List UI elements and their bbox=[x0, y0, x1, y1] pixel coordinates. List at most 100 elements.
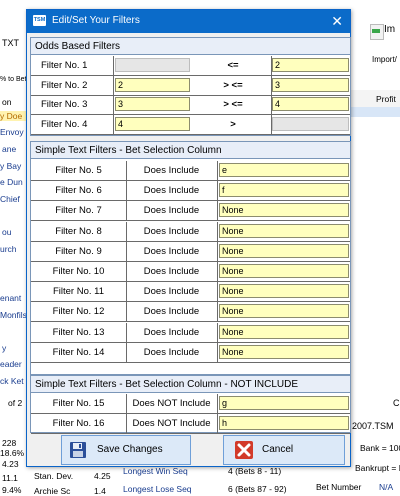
filter-label: Filter No. 5 bbox=[55, 165, 102, 176]
stat-number: 4.25 bbox=[94, 471, 111, 481]
text-filter-row: Filter No. 13 Does Include None bbox=[31, 322, 350, 343]
filter-label: Filter No. 8 bbox=[55, 225, 102, 237]
bg-page-indicator: of 2 bbox=[8, 398, 23, 408]
filter-label: Filter No. 7 bbox=[55, 205, 102, 217]
edit-filters-dialog: TSM Edit/Set Your Filters ✕ Odds Based F… bbox=[26, 9, 351, 467]
cancel-button[interactable]: Cancel bbox=[223, 435, 345, 465]
filter-value-input[interactable]: None bbox=[219, 203, 349, 218]
operator-label: <= bbox=[227, 60, 239, 71]
condition-label: Does Include bbox=[143, 185, 200, 197]
odds-filter-row: Filter No. 2 2 > <= 3 bbox=[31, 75, 350, 96]
bg-row[interactable]: Chief bbox=[0, 194, 20, 204]
filter-label: Filter No. 10 bbox=[52, 266, 105, 277]
stat-value: 9.4% bbox=[2, 485, 22, 495]
bg-row[interactable]: y bbox=[2, 343, 6, 353]
bg-txt-label: TXT bbox=[2, 38, 19, 48]
red-x-icon bbox=[235, 441, 253, 459]
bg-row[interactable]: e Dun bbox=[0, 177, 23, 187]
operator-label: > bbox=[230, 118, 236, 130]
condition-label: Does Include bbox=[143, 266, 200, 277]
filter-value-input[interactable]: g bbox=[219, 396, 349, 410]
floppy-disk-icon bbox=[70, 442, 86, 458]
filter-value-input[interactable]: None bbox=[219, 344, 349, 359]
filter-label: Filter No. 1 bbox=[41, 60, 88, 71]
filter-value-input[interactable]: h bbox=[219, 416, 349, 431]
odds-high-input[interactable]: 3 bbox=[272, 77, 349, 92]
section-header: Simple Text Filters - Bet Selection Colu… bbox=[31, 376, 350, 393]
odds-low-input bbox=[115, 58, 190, 72]
operator-label: > <= bbox=[223, 99, 243, 110]
section-header: Simple Text Filters - Bet Selection Colu… bbox=[31, 142, 350, 159]
bg-pct-label: % to Bet bbox=[0, 76, 27, 83]
odds-low-input[interactable]: 3 bbox=[115, 97, 190, 111]
filter-label: Filter No. 6 bbox=[55, 185, 102, 197]
import-label[interactable]: Im bbox=[384, 24, 395, 35]
filter-value-input[interactable]: None bbox=[219, 304, 349, 319]
stat-value: 18.6% bbox=[0, 448, 25, 458]
stat-value: 11.1 bbox=[2, 473, 18, 483]
filter-label: Filter No. 11 bbox=[52, 286, 105, 298]
file-name-label: 2007.TSM bbox=[352, 421, 394, 431]
filter-value-input[interactable]: e bbox=[219, 163, 349, 177]
text-filters-panel: Simple Text Filters - Bet Selection Colu… bbox=[30, 141, 351, 375]
background-right-column: Im Import/ Profit C bbox=[348, 0, 400, 491]
operator-label: > <= bbox=[223, 79, 243, 91]
background-left-column: TXT % to Bet on y Doe Envoy ane y Bay e … bbox=[0, 0, 27, 491]
filter-value-input[interactable]: None bbox=[219, 243, 349, 258]
condition-label: Does Include bbox=[143, 245, 200, 257]
filter-label: Filter No. 13 bbox=[52, 326, 105, 338]
bg-row[interactable]: y Bay bbox=[0, 161, 21, 171]
bg-col-header: on bbox=[2, 97, 12, 107]
condition-label: Does Include bbox=[143, 286, 200, 298]
bg-row[interactable]: ou bbox=[2, 227, 11, 237]
save-changes-button[interactable]: Save Changes bbox=[61, 435, 191, 465]
condition-label: Does Include bbox=[143, 306, 200, 318]
selected-row-highlight bbox=[348, 107, 400, 117]
import-icon[interactable] bbox=[370, 24, 384, 40]
text-filter-row: Filter No. 7 Does Include None bbox=[31, 201, 350, 222]
odds-high-input[interactable]: 2 bbox=[272, 58, 349, 72]
bg-row[interactable]: enant bbox=[0, 293, 21, 303]
filter-value-input[interactable]: f bbox=[219, 183, 349, 198]
bg-row[interactable]: Envoy bbox=[0, 127, 24, 137]
bg-row[interactable]: urch bbox=[0, 244, 17, 254]
text-filter-row: Filter No. 16 Does NOT Include h bbox=[31, 414, 350, 435]
odds-filter-row: Filter No. 4 4 > bbox=[31, 114, 350, 135]
bank-label: Bank = 100 bbox=[360, 443, 400, 453]
filter-value-input[interactable]: None bbox=[219, 264, 349, 278]
import-sub-label[interactable]: Import/ bbox=[372, 55, 397, 64]
profit-column-header[interactable]: Profit bbox=[348, 90, 400, 108]
filter-label: Filter No. 3 bbox=[41, 99, 88, 110]
longest-win-seq-value: 4 (Bets 8 - 11) bbox=[228, 466, 282, 476]
odds-low-input[interactable]: 4 bbox=[115, 116, 190, 131]
longest-lose-seq-value: 6 (Bets 87 - 92) bbox=[228, 484, 287, 494]
bg-row[interactable]: ck Ket bbox=[0, 376, 24, 386]
bg-row[interactable]: eader bbox=[0, 359, 22, 369]
text-filter-row: Filter No. 5 Does Include e bbox=[31, 161, 350, 181]
odds-low-input[interactable]: 2 bbox=[115, 77, 190, 92]
filter-label: Filter No. 14 bbox=[52, 346, 105, 358]
condition-label: Does Include bbox=[143, 346, 200, 358]
bankrupt-label: Bankrupt = NO bbox=[355, 463, 400, 473]
text-filter-row: Filter No. 15 Does NOT Include g bbox=[31, 394, 350, 414]
stat-value: 228 bbox=[2, 438, 17, 448]
filter-value-input[interactable]: None bbox=[219, 223, 349, 238]
section-header: Odds Based Filters bbox=[31, 38, 350, 55]
bg-row[interactable]: Monfils bbox=[0, 310, 27, 320]
stat-label: Archie Sc bbox=[34, 486, 71, 496]
bg-row[interactable]: ane bbox=[2, 144, 16, 154]
text-filter-row: Filter No. 12 Does Include None bbox=[31, 302, 350, 323]
stat-value: 4.23 bbox=[2, 459, 19, 469]
filter-label: Filter No. 2 bbox=[41, 79, 88, 91]
condition-label: Does Include bbox=[143, 225, 200, 237]
cancel-button-label: Cancel bbox=[262, 444, 294, 455]
filter-value-input[interactable]: None bbox=[219, 284, 349, 299]
close-icon[interactable]: ✕ bbox=[331, 12, 343, 30]
condition-label: Does Include bbox=[143, 205, 200, 217]
condition-label: Does NOT Include bbox=[132, 398, 211, 409]
odds-high-input[interactable]: 4 bbox=[272, 97, 349, 111]
bg-row-selected[interactable]: y Doe bbox=[0, 111, 27, 121]
filter-label: Filter No. 15 bbox=[52, 398, 105, 409]
filter-value-input[interactable]: None bbox=[219, 324, 349, 339]
dialog-title-bar[interactable]: TSM Edit/Set Your Filters ✕ bbox=[27, 10, 350, 33]
